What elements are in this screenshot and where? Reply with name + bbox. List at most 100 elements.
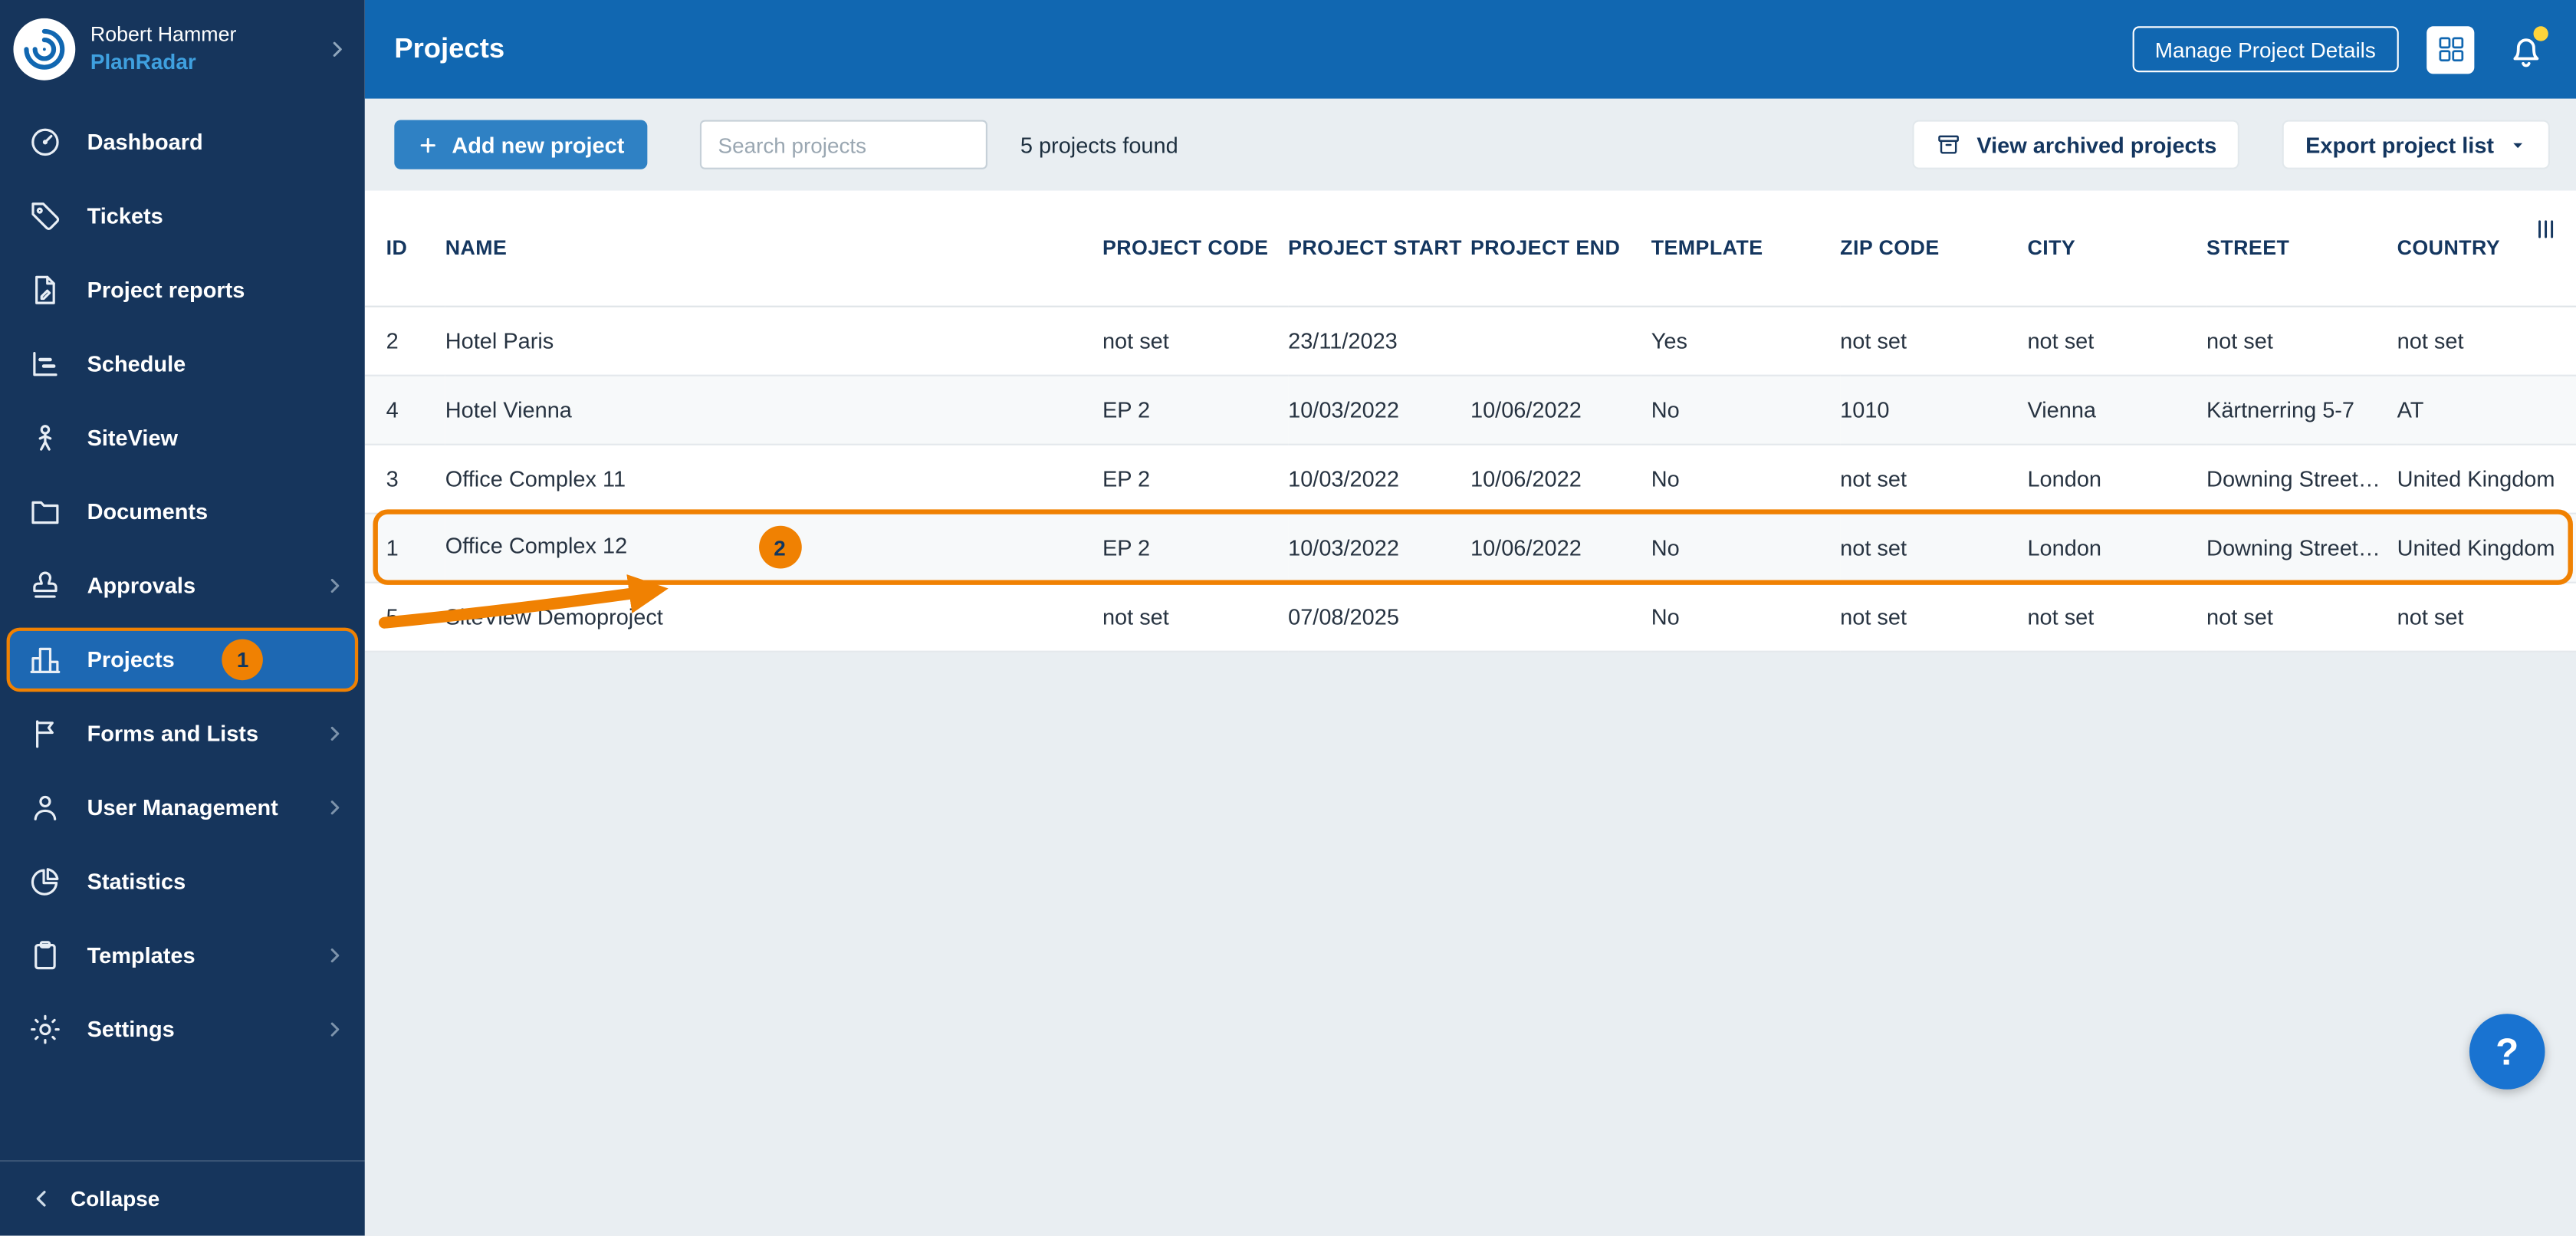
- cell-country: United Kingdom: [2397, 511, 2576, 582]
- cell-template: Yes: [1651, 327, 1687, 353]
- sidebar-item-settings[interactable]: Settings: [0, 992, 365, 1066]
- cell-country: AT: [2397, 373, 2576, 444]
- cell-project-code: EP 2: [1102, 511, 1289, 582]
- cell-street: Downing Street…: [2206, 442, 2397, 513]
- table-header-row: ID NAME PROJECT CODE PROJECT START PROJE…: [364, 190, 2576, 307]
- cell-city: London: [2027, 511, 2207, 582]
- table-row-hotel-vienna[interactable]: 4 Hotel Vienna EP 2 10/03/2022 10/06/202…: [364, 373, 2576, 444]
- sidebar-item-siteview[interactable]: SiteView: [0, 401, 365, 475]
- export-project-list-button[interactable]: Export project list: [2282, 120, 2550, 169]
- cell-name: Hotel Paris: [445, 327, 554, 353]
- page-title: Projects: [394, 32, 505, 64]
- collapse-sidebar-button[interactable]: Collapse: [0, 1159, 365, 1236]
- sidebar-item-documents[interactable]: Documents: [0, 475, 365, 548]
- project-reports-icon: [28, 273, 62, 307]
- cell-zip: not set: [1840, 442, 2028, 513]
- notifications-button[interactable]: [2505, 25, 2548, 71]
- column-settings-icon[interactable]: [2534, 217, 2558, 242]
- main-content: Projects Manage Project Details Add new …: [364, 0, 2576, 1236]
- cell-zip: not set: [1840, 327, 1907, 353]
- column-header-street[interactable]: STREET: [2206, 190, 2397, 307]
- account-menu[interactable]: Robert Hammer PlanRadar: [0, 0, 365, 99]
- sidebar-item-label: Approvals: [87, 573, 196, 599]
- sidebar-item-statistics[interactable]: Statistics: [0, 845, 365, 919]
- sidebar-item-tickets[interactable]: Tickets: [0, 179, 365, 253]
- results-count: 5 projects found: [1020, 132, 1178, 157]
- sidebar-item-label: Tickets: [87, 203, 163, 228]
- cell-project-start: 10/03/2022: [1288, 511, 1470, 582]
- cell-street: not set: [2206, 580, 2397, 652]
- settings-icon: [28, 1012, 62, 1047]
- cell-project-end: 10/06/2022: [1470, 442, 1651, 513]
- sidebar-item-dashboard[interactable]: Dashboard: [0, 105, 365, 179]
- column-header-name[interactable]: NAME: [445, 190, 1102, 307]
- chevron-right-icon: [324, 723, 345, 745]
- column-header-city[interactable]: CITY: [2027, 190, 2207, 307]
- archive-icon: [1936, 131, 1962, 157]
- table-row-siteview-demoproject[interactable]: 5 SiteView Demoproject not set 07/08/202…: [364, 580, 2576, 652]
- column-header-template[interactable]: TEMPLATE: [1651, 190, 1841, 307]
- sidebar-item-forms-and-lists[interactable]: Forms and Lists: [0, 697, 365, 771]
- column-header-id[interactable]: ID: [364, 190, 445, 307]
- cell-project-start: 23/11/2023: [1288, 327, 1398, 353]
- tickets-icon: [28, 199, 62, 233]
- table-row-hotel-paris[interactable]: 2 Hotel Paris not set 23/11/2023 Yes not…: [365, 306, 2576, 375]
- manage-project-details-button[interactable]: Manage Project Details: [2131, 26, 2399, 73]
- cell-project-code: EP 2: [1102, 442, 1289, 513]
- export-button-label: Export project list: [2305, 132, 2495, 157]
- help-button[interactable]: ?: [2469, 1014, 2545, 1090]
- cell-name: Office Complex 12 2: [445, 511, 1102, 582]
- chevron-right-icon: [324, 945, 345, 966]
- sidebar-item-label: Forms and Lists: [87, 721, 259, 746]
- plus-icon: [417, 134, 439, 156]
- column-header-zip-code[interactable]: ZIP CODE: [1840, 190, 2028, 307]
- sidebar-item-label: SiteView: [87, 426, 179, 451]
- cell-project-start: 10/03/2022: [1288, 373, 1470, 444]
- sidebar-item-projects[interactable]: Projects 1: [6, 627, 359, 692]
- cell-template: No: [1651, 442, 1841, 513]
- table-row-office-complex-11[interactable]: 3 Office Complex 11 EP 2 10/03/2022 10/0…: [364, 442, 2576, 513]
- documents-icon: [28, 495, 62, 529]
- cell-street: Downing Street…: [2206, 511, 2397, 582]
- cell-city: not set: [2027, 580, 2207, 652]
- cell-project-end: [1470, 580, 1651, 652]
- cell-street: Kärtnerring 5-7: [2206, 373, 2397, 444]
- step-2-badge: 2: [758, 525, 801, 569]
- cell-zip: not set: [1840, 580, 2028, 652]
- search-projects-input[interactable]: [699, 120, 987, 169]
- table-row-office-complex-12[interactable]: 1 Office Complex 12 2 EP 2 10/03/2022 10…: [364, 511, 2576, 582]
- apps-button[interactable]: [2426, 25, 2475, 74]
- cell-project-start: 10/03/2022: [1288, 442, 1470, 513]
- cell-template: No: [1651, 580, 1841, 652]
- cell-name: Office Complex 11: [445, 442, 1102, 513]
- sidebar-item-project-reports[interactable]: Project reports: [0, 253, 365, 327]
- cell-zip: 1010: [1840, 373, 2028, 444]
- cell-city: London: [2027, 442, 2207, 513]
- sidebar-item-templates[interactable]: Templates: [0, 919, 365, 992]
- projects-icon: [28, 643, 62, 677]
- cell-template: No: [1651, 511, 1841, 582]
- cell-name: SiteView Demoproject: [445, 580, 1102, 652]
- cell-id: 2: [386, 327, 399, 353]
- sidebar-item-schedule[interactable]: Schedule: [0, 327, 365, 400]
- column-header-project-code[interactable]: PROJECT CODE: [1102, 190, 1289, 307]
- view-archived-projects-button[interactable]: View archived projects: [1912, 120, 2240, 169]
- column-header-project-start[interactable]: PROJECT START: [1288, 190, 1470, 307]
- cell-street: not set: [2206, 327, 2273, 353]
- planradar-logo-icon: [13, 18, 76, 81]
- cell-template: No: [1651, 373, 1841, 444]
- dashboard-icon: [28, 125, 62, 159]
- cell-project-code: not set: [1102, 327, 1169, 353]
- column-header-country[interactable]: COUNTRY: [2397, 190, 2576, 307]
- sidebar-item-label: Projects: [87, 647, 175, 672]
- sidebar-item-label: Project reports: [87, 278, 245, 303]
- sidebar-item-approvals[interactable]: Approvals: [0, 549, 365, 623]
- sidebar-item-user-management[interactable]: User Management: [0, 771, 365, 844]
- column-header-project-end[interactable]: PROJECT END: [1470, 190, 1651, 307]
- sidebar-nav: Dashboard Tickets Project reports Schedu…: [0, 99, 365, 1160]
- forms-and-lists-icon: [28, 716, 62, 751]
- cell-id: 1: [364, 511, 445, 582]
- step-1-badge: 1: [222, 639, 264, 681]
- sidebar-item-label: Documents: [87, 499, 209, 524]
- add-new-project-button[interactable]: Add new project: [394, 120, 648, 169]
